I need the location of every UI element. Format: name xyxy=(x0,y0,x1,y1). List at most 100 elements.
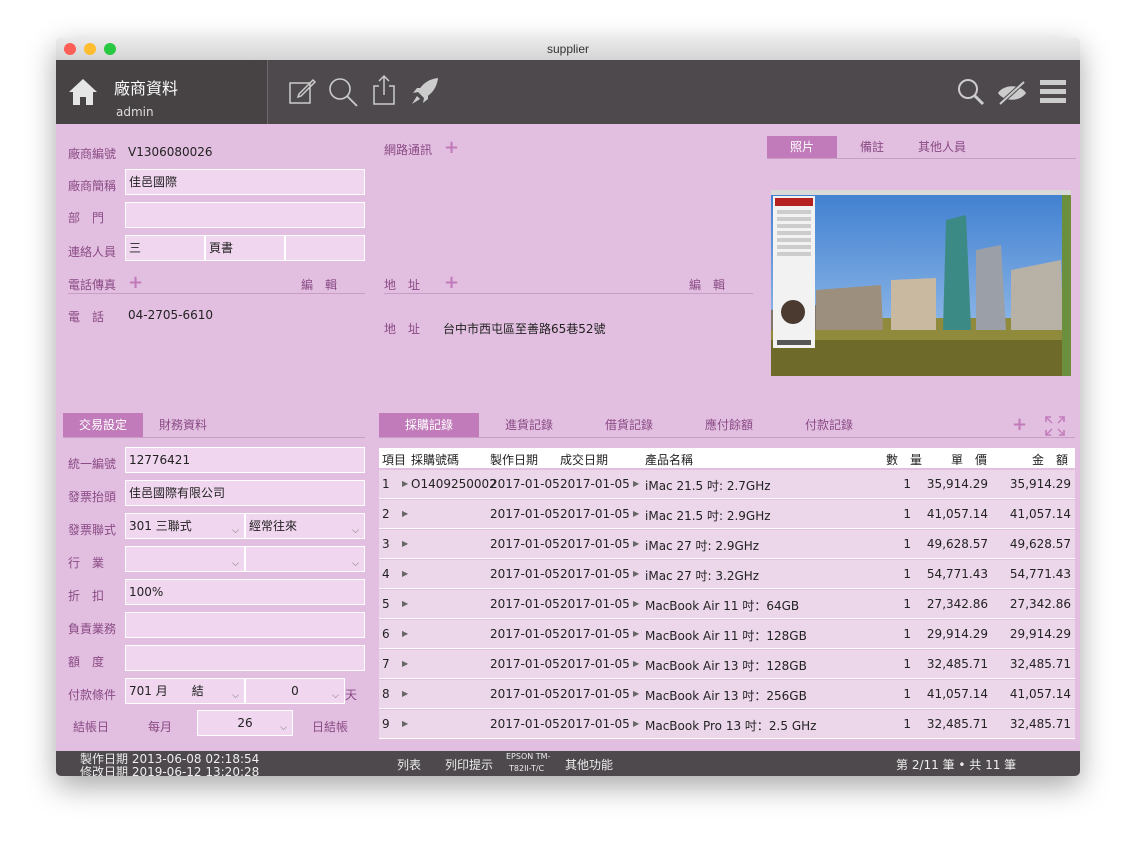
disclosure-triangle-icon[interactable]: ▶ xyxy=(633,689,639,698)
tab-payable-balance[interactable]: 應付餘額 xyxy=(679,413,779,437)
disclosure-triangle-icon[interactable]: ▶ xyxy=(402,479,408,488)
tab-transaction-settings[interactable]: 交易設定 xyxy=(63,413,143,437)
tab-receiving-records[interactable]: 進貨記錄 xyxy=(479,413,579,437)
invoice-title-field[interactable]: 佳邑國際有限公司 xyxy=(125,480,365,506)
cell-amount: 35,914.29 xyxy=(1009,477,1071,491)
sales-owner-field[interactable] xyxy=(125,612,365,638)
disclosure-triangle-icon[interactable]: ▶ xyxy=(633,629,639,638)
address-edit-button[interactable]: 編 輯 xyxy=(689,276,725,293)
add-network-icon[interactable]: + xyxy=(444,139,459,157)
list-button[interactable]: 列表 xyxy=(397,756,421,773)
find-icon[interactable] xyxy=(956,77,986,107)
disclosure-triangle-icon[interactable]: ▶ xyxy=(402,599,408,608)
app-window: supplier 廠商資料 admin 廠商編號 V1306080026 廠商簡… xyxy=(56,38,1080,776)
invoice-type-label: 發票聯式 xyxy=(68,523,117,537)
address-value: 台中市西屯區至善路65巷52號 xyxy=(443,322,606,336)
home-icon[interactable] xyxy=(67,77,99,107)
toolbar: 廠商資料 admin xyxy=(56,60,1080,124)
print-hint-button[interactable]: 列印提示 xyxy=(445,756,493,773)
disclosure-triangle-icon[interactable]: ▶ xyxy=(402,569,408,578)
table-row[interactable]: 8 ▶ 2017-01-05 2017-01-05 ▶ MacBook Air 13 吋：… xyxy=(379,680,1075,709)
tab-notes[interactable]: 備註 xyxy=(837,136,907,158)
table-row[interactable]: 6 ▶ 2017-01-05 2017-01-05 ▶ MacBook Air 11 吋：… xyxy=(379,620,1075,649)
disclosure-triangle-icon[interactable]: ▶ xyxy=(402,659,408,668)
closing-day-select[interactable]: 26 ⌵ xyxy=(197,710,293,736)
phone-edit-button[interactable]: 編 輯 xyxy=(301,276,337,293)
add-phone-icon[interactable]: + xyxy=(128,274,143,292)
disclosure-triangle-icon[interactable]: ▶ xyxy=(633,509,639,518)
disclosure-triangle-icon[interactable]: ▶ xyxy=(402,719,408,728)
vendor-short-field[interactable]: 佳邑國際 xyxy=(125,169,365,195)
disclosure-triangle-icon[interactable]: ▶ xyxy=(633,479,639,488)
add-record-icon[interactable]: + xyxy=(1012,416,1027,434)
cell-deal-date: 2017-01-05 xyxy=(560,597,630,611)
page-title: 廠商資料 xyxy=(114,79,179,98)
department-field[interactable] xyxy=(125,202,365,228)
search-icon[interactable] xyxy=(327,76,359,108)
cell-deal-date: 2017-01-05 xyxy=(560,657,630,671)
disclosure-triangle-icon[interactable]: ▶ xyxy=(633,719,639,728)
share-icon[interactable] xyxy=(371,74,397,106)
cell-unit-price: 41,057.14 xyxy=(926,687,988,701)
cell-created-date: 2017-01-05 xyxy=(490,507,560,521)
cell-amount: 49,628.57 xyxy=(1009,537,1071,551)
disclosure-triangle-icon[interactable]: ▶ xyxy=(633,569,639,578)
table-row[interactable]: 3 ▶ 2017-01-05 2017-01-05 ▶ iMac 27 吋: 2.9GHz… xyxy=(379,530,1075,559)
tab-other-staff[interactable]: 其他人員 xyxy=(907,136,977,158)
discount-field[interactable]: 100% xyxy=(125,579,365,605)
contact-title-field[interactable]: 頁書 xyxy=(205,235,285,261)
rocket-icon[interactable] xyxy=(410,76,440,106)
add-address-icon[interactable]: + xyxy=(444,274,459,292)
disclosure-triangle-icon[interactable]: ▶ xyxy=(402,689,408,698)
printer-name-line2[interactable]: T82II-T/C xyxy=(509,764,544,773)
invoice-frequency-select[interactable]: 經常往來 ⌵ xyxy=(245,513,365,539)
address-section-label: 地 址 xyxy=(384,278,421,292)
closing-suffix-label: 日結帳 xyxy=(312,720,349,734)
disclosure-triangle-icon[interactable]: ▶ xyxy=(633,599,639,608)
chevron-down-icon: ⌵ xyxy=(232,559,239,569)
disclosure-triangle-icon[interactable]: ▶ xyxy=(402,539,408,548)
cell-quantity: 1 xyxy=(903,537,911,551)
payment-days-select[interactable]: 0 ⌵ xyxy=(245,678,345,704)
industry-select-2[interactable]: ⌵ xyxy=(245,546,365,572)
tax-id-field[interactable]: 12776421 xyxy=(125,447,365,473)
table-row[interactable]: 5 ▶ 2017-01-05 2017-01-05 ▶ MacBook Air 11 吋：… xyxy=(379,590,1075,619)
contact-extra-field[interactable] xyxy=(285,235,365,261)
tab-photo[interactable]: 照片 xyxy=(767,136,837,158)
disclosure-triangle-icon[interactable]: ▶ xyxy=(633,659,639,668)
cell-amount: 32,485.71 xyxy=(1009,657,1071,671)
table-row[interactable]: 9 ▶ 2017-01-05 2017-01-05 ▶ MacBook Pro 13 吋：… xyxy=(379,710,1075,739)
disclosure-triangle-icon[interactable]: ▶ xyxy=(402,629,408,638)
cell-quantity: 1 xyxy=(903,597,911,611)
tab-payment-records[interactable]: 付款記錄 xyxy=(779,413,879,437)
contact-name-field[interactable]: 三 xyxy=(125,235,205,261)
cell-quantity: 1 xyxy=(903,627,911,641)
table-row[interactable]: 7 ▶ 2017-01-05 2017-01-05 ▶ MacBook Air 13 吋：… xyxy=(379,650,1075,679)
other-functions-button[interactable]: 其他功能 xyxy=(565,756,613,773)
edit-icon[interactable] xyxy=(287,76,317,106)
payment-terms-select[interactable]: 701 月 結 ⌵ xyxy=(125,678,245,704)
table-row[interactable]: 2 ▶ 2017-01-05 2017-01-05 ▶ iMac 21.5 吋: 2.9G… xyxy=(379,500,1075,529)
menu-icon[interactable] xyxy=(1040,79,1066,103)
disclosure-triangle-icon[interactable]: ▶ xyxy=(633,539,639,548)
disclosure-triangle-icon[interactable]: ▶ xyxy=(402,509,408,518)
phone-label: 電 話 xyxy=(68,310,105,324)
table-row[interactable]: 1 ▶ O1409250002 2017-01-05 2017-01-05 ▶ iMac 2… xyxy=(379,470,1075,499)
tab-loan-records[interactable]: 借貨記錄 xyxy=(579,413,679,437)
hide-icon[interactable] xyxy=(996,80,1028,106)
table-row[interactable]: 4 ▶ 2017-01-05 2017-01-05 ▶ iMac 27 吋: 3.2GHz… xyxy=(379,560,1075,589)
credit-limit-field[interactable] xyxy=(125,645,365,671)
tab-finance[interactable]: 財務資料 xyxy=(143,413,223,437)
industry-select-1[interactable]: ⌵ xyxy=(125,546,245,572)
phone-section-label: 電話傳真 xyxy=(68,278,117,292)
cell-quantity: 1 xyxy=(903,717,911,731)
cell-deal-date: 2017-01-05 xyxy=(560,687,630,701)
tab-purchase-records[interactable]: 採購記錄 xyxy=(379,413,479,437)
invoice-type-select[interactable]: 301 三聯式 ⌵ xyxy=(125,513,245,539)
col-po-number: 採購號碼 xyxy=(411,453,460,467)
expand-icon[interactable] xyxy=(1045,416,1065,436)
credit-limit-label: 額 度 xyxy=(68,655,105,669)
sales-owner-label: 負責業務 xyxy=(68,622,117,636)
modified-timestamp: 修改日期 2019-06-12 13:20:28 xyxy=(80,765,260,776)
printer-name-line1[interactable]: EPSON TM- xyxy=(506,752,550,761)
